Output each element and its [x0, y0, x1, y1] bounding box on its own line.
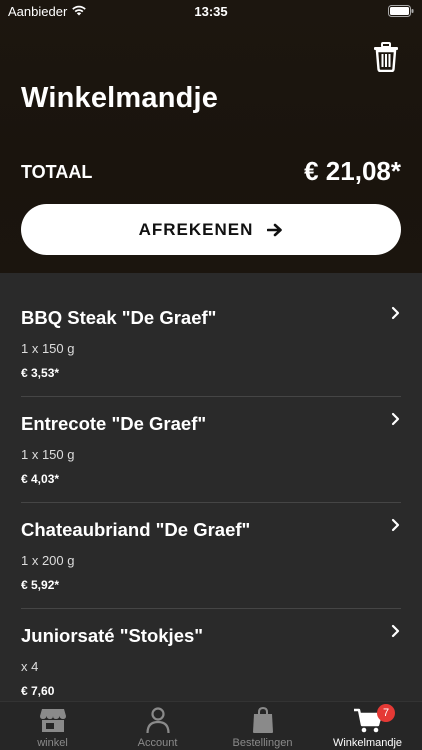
arrow-right-icon	[267, 223, 283, 236]
tab-bar: winkel Account Bestellingen 7 Winkelmand…	[0, 701, 422, 750]
item-price: € 7,60	[21, 684, 55, 698]
tab-label: Winkelmandje	[332, 737, 403, 749]
cart-item[interactable]: Chateaubriand "De Graef" 1 x 200 g € 5,9…	[0, 485, 422, 592]
item-quantity: 1 x 150 g	[21, 341, 75, 356]
item-name: BBQ Steak "De Graef"	[21, 307, 217, 328]
chevron-right-icon	[391, 624, 400, 638]
trash-icon[interactable]	[372, 42, 400, 72]
tab-bestellingen[interactable]: Bestellingen	[210, 702, 315, 750]
item-name: Entrecote "De Graef"	[21, 413, 207, 434]
item-price: € 5,92*	[21, 578, 60, 592]
item-quantity: 1 x 150 g	[21, 447, 75, 462]
chevron-right-icon	[391, 306, 400, 320]
tab-label: Account	[137, 737, 178, 749]
tab-label: winkel	[37, 737, 68, 749]
chevron-right-icon	[391, 518, 400, 532]
total-label: TOTAAL	[21, 162, 93, 182]
battery-icon	[388, 5, 414, 17]
page-title: Winkelmandje	[21, 82, 219, 114]
checkout-button[interactable]: AFREKENEN	[21, 204, 401, 255]
cart-item[interactable]: BBQ Steak "De Graef" 1 x 150 g € 3,53*	[0, 273, 422, 380]
header: Aanbieder 13:35 Winkelmandje TOTAAL € 21…	[0, 0, 422, 273]
item-name: Juniorsaté "Stokjes"	[21, 625, 204, 646]
cart-item[interactable]: Entrecote "De Graef" 1 x 150 g € 4,03*	[0, 379, 422, 486]
item-quantity: x 4	[21, 659, 39, 674]
bag-icon	[252, 706, 273, 733]
cart-count-badge: 7	[377, 704, 395, 722]
item-quantity: 1 x 200 g	[21, 553, 75, 568]
person-icon	[145, 707, 170, 734]
checkout-label: AFREKENEN	[138, 219, 254, 239]
tab-winkel[interactable]: winkel	[0, 702, 105, 750]
cart-item-list: BBQ Steak "De Graef" 1 x 150 g € 3,53* E…	[0, 273, 422, 701]
total-value: € 21,08*	[304, 156, 401, 186]
tab-winkelmandje[interactable]: 7 Winkelmandje	[315, 702, 420, 750]
status-time: 13:35	[194, 4, 228, 19]
status-bar: Aanbieder 13:35	[0, 0, 422, 24]
item-price: € 4,03*	[21, 472, 60, 486]
item-name: Chateaubriand "De Graef"	[21, 519, 251, 540]
item-price: € 3,53*	[21, 366, 60, 380]
cart-item[interactable]: Juniorsaté "Stokjes" x 4 € 7,60	[0, 591, 422, 698]
chevron-right-icon	[391, 412, 400, 426]
tab-account[interactable]: Account	[105, 702, 210, 750]
shop-icon	[39, 709, 66, 732]
tab-label: Bestellingen	[232, 737, 293, 749]
